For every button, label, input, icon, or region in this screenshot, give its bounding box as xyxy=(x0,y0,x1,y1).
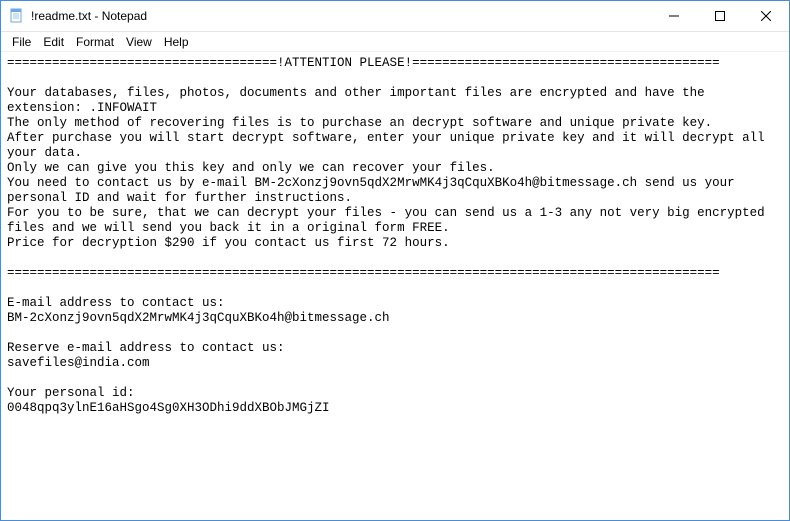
menu-file[interactable]: File xyxy=(7,33,36,51)
window-controls xyxy=(651,1,789,31)
titlebar[interactable]: !readme.txt - Notepad xyxy=(1,1,789,32)
menu-view[interactable]: View xyxy=(121,33,157,51)
close-button[interactable] xyxy=(743,1,789,31)
maximize-button[interactable] xyxy=(697,1,743,31)
text-area[interactable]: ====================================!ATT… xyxy=(1,52,789,520)
menu-edit[interactable]: Edit xyxy=(38,33,69,51)
notepad-icon xyxy=(9,8,25,24)
menu-format[interactable]: Format xyxy=(71,33,119,51)
menubar: File Edit Format View Help xyxy=(1,32,789,52)
window-title: !readme.txt - Notepad xyxy=(31,9,651,23)
minimize-button[interactable] xyxy=(651,1,697,31)
menu-help[interactable]: Help xyxy=(159,33,194,51)
